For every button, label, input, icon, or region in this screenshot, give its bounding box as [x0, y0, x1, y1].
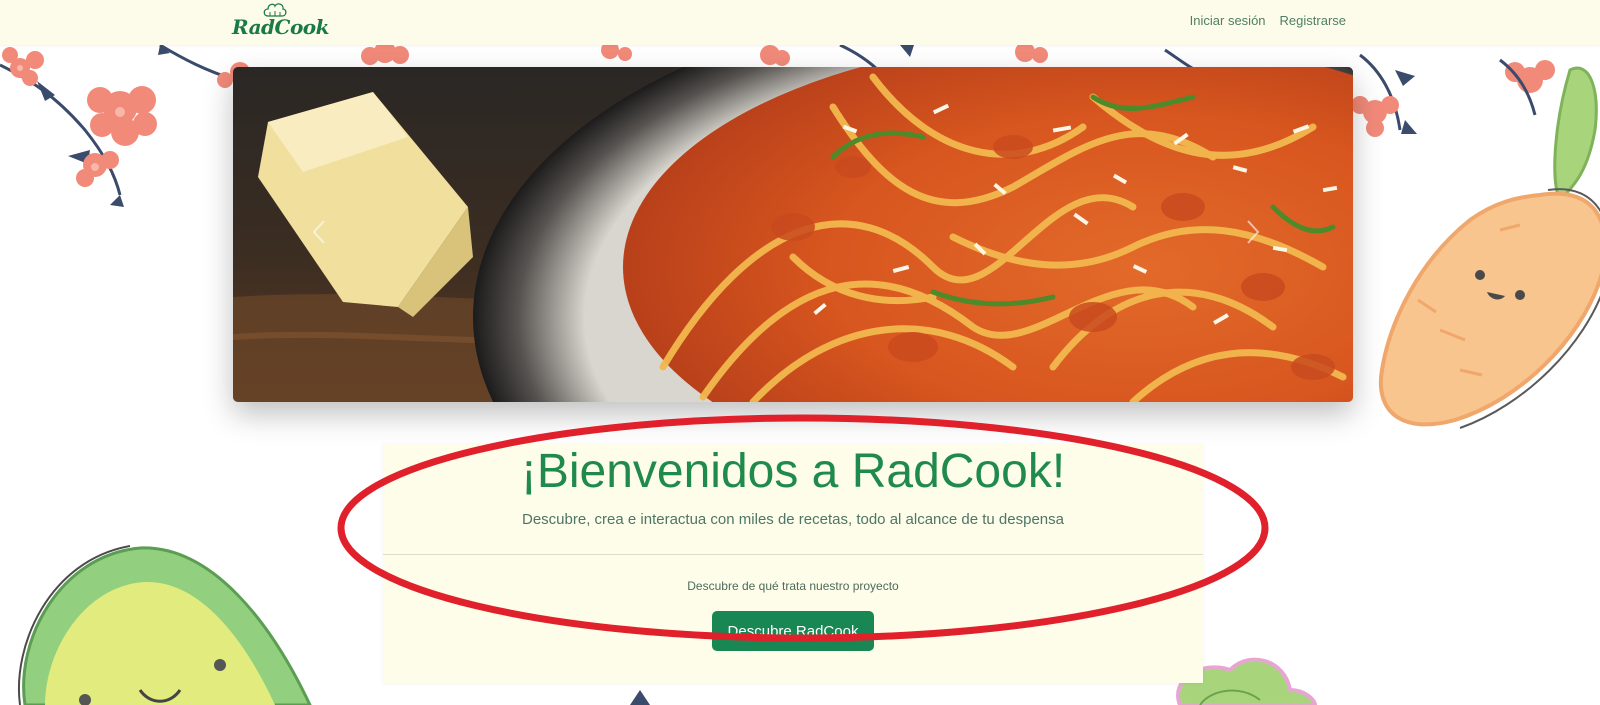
welcome-subtitle: Descubre, crea e interactua con miles de… — [522, 511, 1064, 528]
register-link[interactable]: Registrarse — [1280, 13, 1346, 28]
avocado-illustration — [18, 545, 312, 705]
chevron-left-icon — [312, 220, 325, 244]
pasta-dish-image — [233, 67, 1353, 402]
nav-links: Iniciar sesión Registrarse — [1190, 13, 1346, 28]
welcome-card: ¡Bienvenidos a RadCook! Descubre, crea e… — [383, 443, 1203, 683]
hero-carousel — [233, 67, 1353, 402]
chevron-right-icon — [1247, 220, 1260, 244]
carousel-next-button[interactable] — [1233, 207, 1273, 257]
card-divider — [383, 554, 1203, 555]
top-navbar: RadCook Iniciar sesión Registrarse — [0, 0, 1600, 45]
brand-logo-link[interactable]: RadCook — [232, 2, 329, 42]
brand-name: RadCook — [232, 15, 329, 39]
carrot-illustration — [1378, 66, 1600, 429]
welcome-title: ¡Bienvenidos a RadCook! — [520, 445, 1066, 498]
discover-radcook-button[interactable]: Descubre RadCook — [712, 611, 874, 651]
carousel-prev-button[interactable] — [299, 207, 339, 257]
login-link[interactable]: Iniciar sesión — [1190, 13, 1266, 28]
floral-decoration-top-right — [1351, 53, 1555, 137]
project-description: Descubre de qué trata nuestro proyecto — [687, 579, 899, 593]
